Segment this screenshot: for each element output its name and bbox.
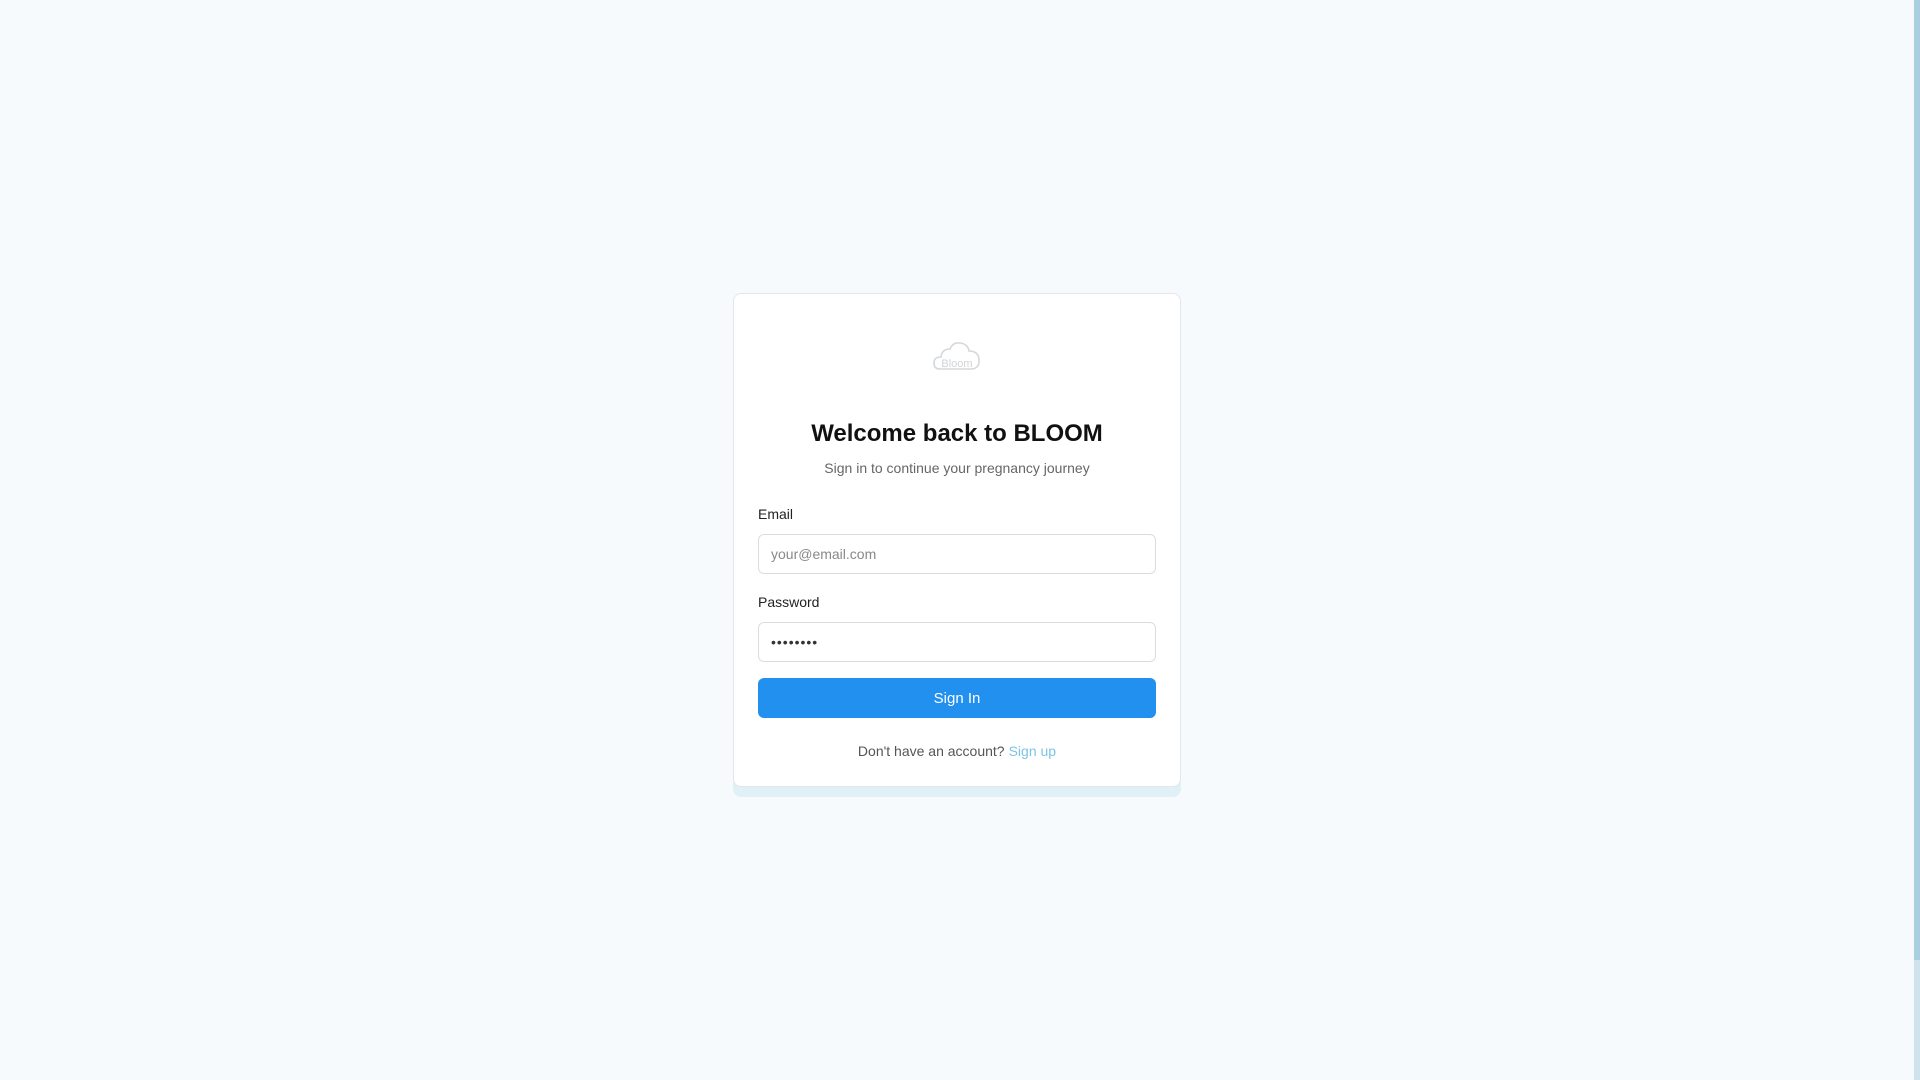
login-card-container: Bloom Welcome back to BLOOM Sign in to c… xyxy=(733,293,1181,797)
signup-prompt: Don't have an account? Sign up xyxy=(734,743,1180,759)
signup-prompt-text: Don't have an account? xyxy=(857,743,1005,759)
scrollbar-track[interactable] xyxy=(1914,0,1920,1080)
sign-up-link[interactable]: Sign up xyxy=(1009,743,1056,759)
password-label: Password xyxy=(758,594,820,610)
svg-text:Bloom: Bloom xyxy=(941,358,972,370)
sign-in-button[interactable]: Sign In xyxy=(758,678,1156,718)
login-page: Bloom Welcome back to BLOOM Sign in to c… xyxy=(0,0,1920,1080)
page-title: Welcome back to BLOOM xyxy=(811,420,1103,447)
password-field[interactable] xyxy=(758,622,1156,662)
page-subtitle: Sign in to continue your pregnancy journ… xyxy=(824,460,1090,476)
cloud-logo-icon: Bloom xyxy=(933,342,980,370)
login-card: Bloom Welcome back to BLOOM Sign in to c… xyxy=(733,293,1181,787)
scrollbar-thumb[interactable] xyxy=(1914,0,1920,960)
email-label: Email xyxy=(758,506,794,522)
email-field[interactable] xyxy=(758,534,1156,574)
